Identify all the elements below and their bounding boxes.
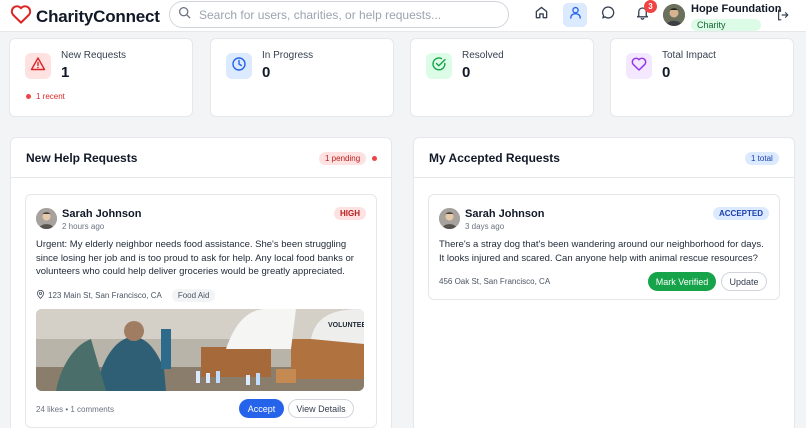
request-photo[interactable]: VOLUNTEER — [36, 309, 364, 391]
stat-label: New Requests — [61, 50, 127, 61]
heart-icon — [631, 56, 647, 77]
request-timestamp: 3 days ago — [465, 222, 505, 231]
check-circle-icon — [431, 56, 447, 77]
new-requests-panel: New Help Requests 1 pending Sarah Johnso… — [10, 137, 392, 428]
log-out-icon — [776, 9, 790, 26]
engagement-stats: 24 likes • 1 comments — [36, 405, 114, 414]
nav-profile-button[interactable] — [563, 3, 587, 27]
location-text: 123 Main St, San Francisco, CA — [48, 291, 162, 300]
stat-card-new-requests: New Requests 1 1 recent — [9, 38, 193, 117]
stat-card-in-progress: In Progress 0 — [210, 38, 394, 117]
stat-value: 0 — [662, 64, 671, 81]
stat-label: In Progress — [262, 50, 314, 61]
stat-icon-box — [226, 53, 252, 79]
stat-card-resolved: Resolved 0 — [410, 38, 594, 117]
pending-count-badge: 1 pending — [319, 152, 367, 165]
update-button[interactable]: Update — [721, 272, 767, 291]
mark-verified-button[interactable]: Mark Verified — [648, 272, 716, 291]
search-bar — [169, 1, 509, 28]
status-badge: ACCEPTED — [712, 207, 769, 220]
avatar — [663, 4, 685, 26]
accepted-request-card[interactable]: Sarah Johnson 3 days ago ACCEPTED There'… — [428, 194, 780, 300]
request-card[interactable]: Sarah Johnson 2 hours ago HIGH Urgent: M… — [25, 194, 377, 428]
profile-role-badge: Charity — [691, 19, 761, 31]
panel-header: My Accepted Requests 1 total — [414, 138, 794, 178]
search-icon — [178, 6, 191, 24]
request-timestamp: 2 hours ago — [62, 222, 105, 231]
request-location: 456 Oak St, San Francisco, CA — [439, 277, 550, 286]
priority-badge: HIGH — [334, 207, 366, 220]
stat-value: 0 — [462, 64, 471, 81]
panel-header: New Help Requests 1 pending — [11, 138, 391, 178]
stat-icon-box — [25, 53, 51, 79]
map-pin-icon — [36, 289, 45, 301]
stat-value: 0 — [262, 64, 271, 81]
panel-title: New Help Requests — [26, 151, 138, 165]
request-description: There's a stray dog that's been wanderin… — [439, 239, 764, 264]
notification-count-badge: 3 — [644, 0, 657, 13]
home-icon — [534, 5, 549, 25]
user-icon — [568, 5, 583, 25]
stat-label: Total Impact — [662, 50, 716, 61]
location-text: 456 Oak St, San Francisco, CA — [439, 277, 551, 286]
stat-icon-box — [426, 53, 452, 79]
category-tag: Food Aid — [171, 289, 216, 302]
profile-name: Hope Foundation — [691, 3, 782, 15]
request-description: Urgent: My elderly neighbor needs food a… — [36, 239, 354, 277]
panel-title: My Accepted Requests — [429, 151, 560, 165]
accepted-requests-panel: My Accepted Requests 1 total Sarah Johns… — [413, 137, 795, 428]
clock-icon — [231, 56, 247, 77]
stat-value: 1 — [61, 64, 70, 81]
app-name: CharityConnect — [36, 6, 160, 26]
svg-text:VOLUNTEER: VOLUNTEER — [328, 322, 364, 329]
nav-messages-button[interactable] — [596, 3, 620, 27]
status-dot — [372, 156, 377, 161]
requester-name[interactable]: Sarah Johnson — [62, 208, 141, 220]
avatar — [36, 208, 57, 229]
top-navbar: CharityConnect 3 Hope Foundation — [0, 0, 806, 32]
alert-triangle-icon — [30, 56, 46, 77]
avatar — [439, 208, 460, 229]
app-logo[interactable]: CharityConnect — [10, 4, 160, 29]
profile-menu[interactable]: Hope Foundation Charity — [663, 3, 781, 33]
message-circle-icon — [601, 5, 616, 25]
requester-name[interactable]: Sarah Johnson — [465, 208, 544, 220]
heart-logo-icon — [10, 4, 32, 29]
stat-subtext: 1 recent — [26, 92, 65, 101]
stat-icon-box — [626, 53, 652, 79]
nav-notifications-button[interactable]: 3 — [630, 0, 657, 27]
stat-label: Resolved — [462, 50, 504, 61]
stat-recent-label: 1 recent — [36, 92, 65, 101]
total-count-badge: 1 total — [745, 152, 779, 165]
stat-card-total-impact: Total Impact 0 — [610, 38, 794, 117]
request-location: 123 Main St, San Francisco, CA Food Aid — [36, 289, 216, 302]
accept-button[interactable]: Accept — [239, 399, 284, 418]
logout-button[interactable] — [776, 8, 790, 27]
search-input[interactable] — [199, 7, 489, 22]
view-details-button[interactable]: View Details — [288, 399, 354, 418]
nav-home-button[interactable] — [529, 3, 553, 27]
status-dot — [26, 94, 31, 99]
